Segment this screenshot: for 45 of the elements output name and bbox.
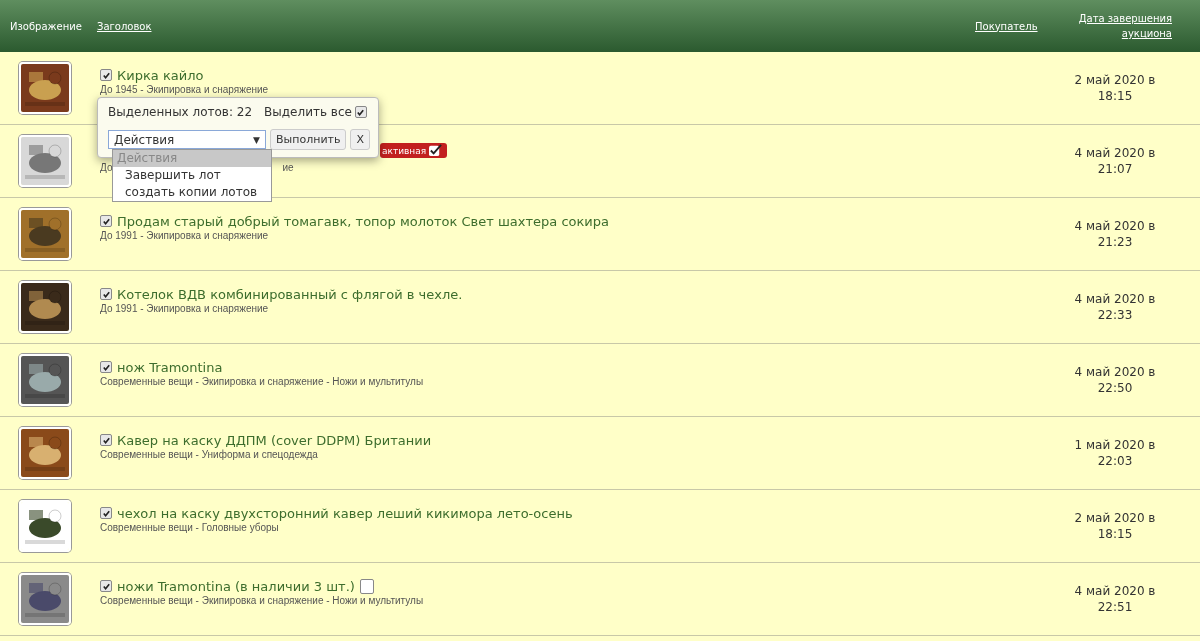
dropdown-option[interactable]: Завершить лот (113, 167, 271, 184)
close-button[interactable]: X (350, 129, 370, 150)
checkbox[interactable] (100, 434, 112, 446)
checkbox[interactable] (100, 361, 112, 373)
end-date: 4 май 2020 в 22:33 (1073, 291, 1157, 323)
checkbox[interactable] (100, 215, 112, 227)
category-path: До 1991 - Экипировка и снаряжение (100, 303, 269, 316)
end-date: 4 май 2020 в 22:51 (1073, 583, 1157, 615)
run-button[interactable]: Выполнить (270, 129, 347, 150)
category-path: Современные вещи - Головные уборы (100, 522, 279, 535)
end-date: 2 май 2020 в 18:15 (1073, 72, 1157, 104)
lot-title[interactable]: Кавер на каску ДДПМ (cover DDPM) Британии (117, 432, 432, 448)
status-badge: активная (380, 143, 448, 158)
column-header: Изображение (10, 20, 82, 32)
checkbox[interactable] (359, 578, 374, 594)
actions-select[interactable]: Действия ▼ (108, 130, 266, 149)
lot-title[interactable]: Продам старый добрый томагавк, топор молоток Свет шахтера сокира (117, 213, 610, 229)
category-path: Современные вещи - Униформа и спецодежда (100, 449, 318, 462)
lot-title[interactable]: ножи Tramontina (в наличии 3 шт.) (117, 578, 355, 594)
select-all-checkbox[interactable] (354, 106, 367, 118)
select-all-label: Выделить все (264, 105, 352, 119)
category-path: Современные вещи - Экипировка и снаряжение - Ножи и мультитулы (100, 376, 424, 389)
dropdown-option[interactable]: создать копии лотов (113, 184, 271, 201)
end-date: 1 май 2020 в 22:03 (1073, 437, 1157, 469)
lot-title[interactable]: нож Tramontina (117, 359, 223, 375)
category-path: До 1945 - Экипировка и снаряжение (100, 84, 269, 97)
end-date: 4 май 2020 в 21:07 (1073, 145, 1157, 177)
lot-title[interactable]: чехол на каску двухсторонний кавер леший кикимора лето-осень (117, 505, 573, 521)
end-date: 2 май 2020 в 18:15 (1073, 510, 1157, 542)
end-date: 4 май 2020 в 22:50 (1073, 364, 1157, 396)
column-header[interactable]: Заголовок (97, 20, 152, 32)
lot-title[interactable]: Котелок ВДВ комбинированный с флягой в чехле. (117, 286, 463, 302)
category-path: Современные вещи - Экипировка и снаряжение - Ножи и мультитулы (100, 595, 424, 608)
column-header[interactable]: Покупатель (975, 20, 1038, 32)
category-path: До 1991 - Экипировка и снаряжение (100, 230, 269, 243)
category-path: До (100, 162, 113, 175)
column-header[interactable]: Дата завершения аукциона (1072, 11, 1172, 41)
checkbox[interactable] (100, 288, 112, 300)
checkbox[interactable] (100, 507, 112, 519)
checkbox[interactable] (100, 69, 112, 81)
selected-count: Выделенных лотов: 22 (108, 105, 253, 119)
lot-title[interactable]: Кирка кайло (117, 67, 204, 83)
category-path: ие (282, 162, 294, 175)
checkbox[interactable] (100, 580, 112, 592)
end-date: 4 май 2020 в 21:23 (1073, 218, 1157, 250)
